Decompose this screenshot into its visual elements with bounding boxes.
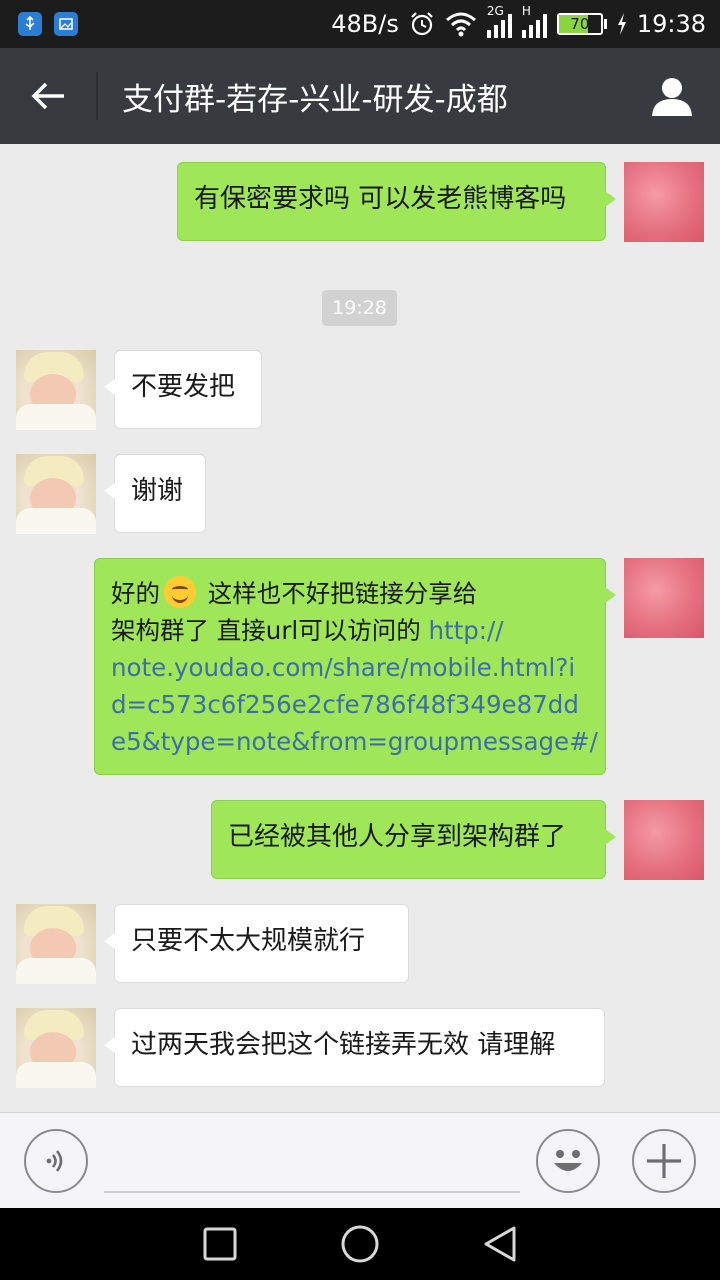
message-link[interactable]: http:// (428, 616, 503, 645)
message-line: 架构群了 直接url可以访问的 http:// (111, 612, 589, 649)
emoji-icon (554, 1150, 582, 1171)
message-bubble-outgoing[interactable]: 好的 这样也不好把链接分享给 架构群了 直接url可以访问的 http:// n… (94, 558, 616, 775)
message-bubble-incoming[interactable]: 不要发把 (104, 350, 262, 429)
alarm-icon (411, 12, 433, 36)
arrow-left-icon (31, 82, 64, 110)
message-link[interactable]: note.youdao.com/share/mobile.html?i (111, 649, 589, 686)
contact-avatar[interactable] (16, 1008, 96, 1088)
message-text: 只要不太大规模就行 (131, 926, 366, 956)
circle-icon (341, 1225, 379, 1263)
back-nav-button[interactable] (464, 1208, 536, 1280)
wifi-icon (445, 12, 476, 37)
message-text: 架构群了 直接url可以访问的 (111, 616, 429, 645)
self-avatar[interactable] (624, 162, 704, 242)
clock: 19:38 (636, 10, 706, 38)
system-nav-bar (0, 1208, 720, 1280)
triangle-back-icon (484, 1226, 516, 1262)
message-text: 有保密要求吗 可以发老熊博客吗 (194, 184, 567, 214)
message-bubble-outgoing[interactable]: 有保密要求吗 可以发老熊博客吗 (177, 162, 616, 241)
gallery-icon (54, 12, 78, 36)
timestamp-badge: 19:28 (322, 290, 397, 326)
message-text: 谢谢 (131, 476, 184, 506)
input-bar (0, 1112, 720, 1208)
back-button[interactable] (0, 48, 96, 144)
message-bubble-incoming[interactable]: 只要不太大规模就行 (104, 904, 409, 983)
message-link[interactable]: e5&type=note&from=groupmessage#/ (111, 723, 598, 760)
battery-level: 70 (570, 15, 590, 33)
charging-icon (617, 13, 626, 35)
plus-icon (647, 1144, 681, 1178)
battery-cap (603, 19, 607, 29)
title-bar: 支付群-若存-兴业-研发-成都 (0, 48, 720, 144)
message-text: 已经被其他人分享到架构群了 (228, 822, 567, 852)
message-text: 好的 (111, 579, 160, 608)
signal-2g-icon: 2G (486, 4, 512, 38)
message-link[interactable]: d=c573c6f256e2cfe786f48f349e87dd (111, 686, 589, 723)
contact-avatar[interactable] (16, 350, 96, 430)
voice-input-button[interactable] (24, 1129, 88, 1193)
recent-apps-button[interactable] (184, 1208, 256, 1280)
chat-title: 支付群-若存-兴业-研发-成都 (122, 81, 508, 118)
contact-avatar[interactable] (16, 454, 96, 534)
smile-emoji-icon (164, 576, 196, 608)
message-bubble-outgoing[interactable]: 已经被其他人分享到架构群了 (211, 800, 616, 879)
chat-info-button[interactable] (624, 48, 720, 144)
status-bar: 48B/s 2G H 70 19:38 (0, 0, 720, 48)
more-options-button[interactable] (632, 1129, 696, 1193)
battery-icon: 70 (556, 13, 603, 35)
message-bubble-incoming[interactable]: 谢谢 (104, 454, 206, 533)
message-text: 这样也不好把链接分享给 (200, 579, 478, 608)
message-input[interactable] (104, 1133, 520, 1193)
message-text: 过两天我会把这个链接弄无效 请理解 (131, 1030, 556, 1060)
self-avatar[interactable] (624, 800, 704, 880)
emoji-button[interactable] (536, 1129, 600, 1193)
person-icon (652, 78, 692, 116)
home-button[interactable] (324, 1208, 396, 1280)
network-speed: 48B/s (331, 10, 399, 38)
contact-avatar[interactable] (16, 904, 96, 984)
usb-icon (18, 12, 42, 36)
message-bubble-incoming[interactable]: 过两天我会把这个链接弄无效 请理解 (104, 1008, 605, 1087)
square-icon (203, 1227, 237, 1261)
message-line: 好的 这样也不好把链接分享给 (111, 575, 589, 612)
message-text: 不要发把 (131, 372, 236, 402)
message-list[interactable]: 有保密要求吗 可以发老熊博客吗 19:28 不要发把 谢谢 好的 这样也不好把链… (0, 144, 720, 1112)
voice-icon (46, 1150, 63, 1172)
signal-h-icon: H (521, 4, 547, 38)
self-avatar[interactable] (624, 558, 704, 638)
status-notification-icons (18, 12, 78, 36)
